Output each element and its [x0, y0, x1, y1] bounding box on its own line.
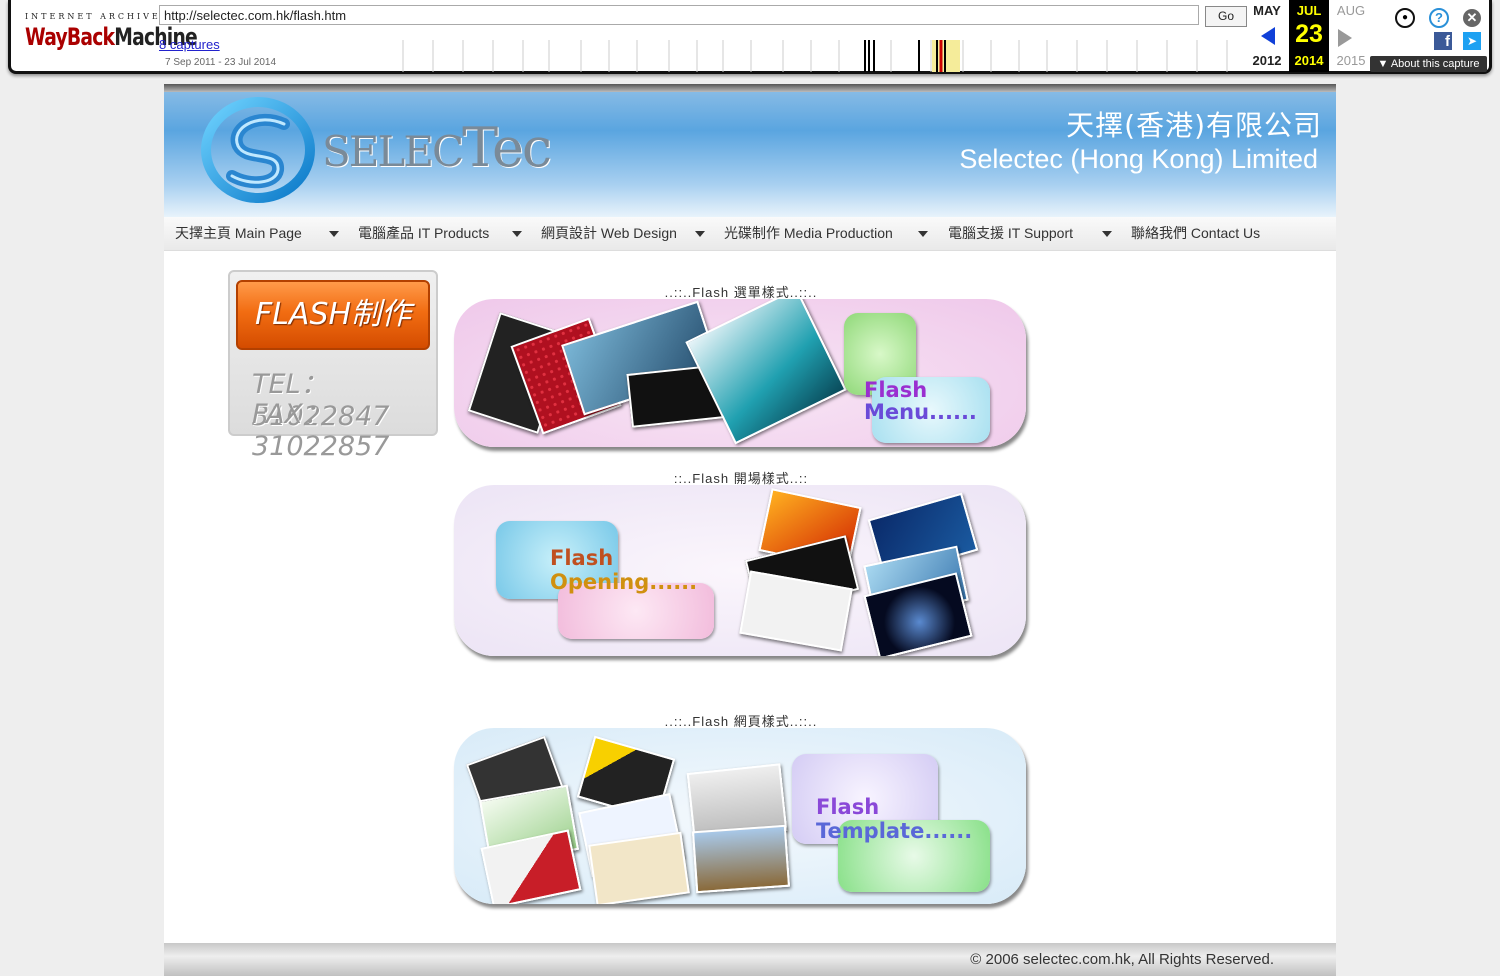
- flash-menu-panel[interactable]: Flash Menu......: [454, 299, 1026, 447]
- logo-text-b: Tec: [462, 116, 552, 179]
- url-input[interactable]: [159, 5, 1199, 25]
- twitter-icon[interactable]: ➤: [1463, 32, 1481, 50]
- main-nav: 天擇主頁 Main Page 電腦產品 IT Products 網頁設計 Web…: [164, 217, 1336, 251]
- capture-date-range: 7 Sep 2011 - 23 Jul 2014: [165, 57, 277, 68]
- nav-item-it-support[interactable]: 電腦支援 IT Support: [948, 217, 1073, 250]
- banner-top-strip: [164, 84, 1336, 92]
- help-icon[interactable]: ?: [1429, 8, 1449, 28]
- fax-number: FAX：31022857: [252, 399, 390, 462]
- nav-item-media-production[interactable]: 光碟制作 Media Production: [724, 217, 893, 250]
- month-prev-label: MAY: [1253, 3, 1281, 18]
- user-icon[interactable]: ●: [1395, 8, 1415, 28]
- capture-sparkline[interactable]: [391, 40, 1251, 72]
- header-banner: SELECTec 天擇(香港)有限公司 Selectec (Hong Kong)…: [164, 84, 1336, 217]
- template-tag-line2: Template......: [816, 819, 973, 843]
- about-capture-label: About this capture: [1390, 58, 1480, 70]
- year-current-label: 2014: [1294, 53, 1324, 68]
- chevron-down-icon[interactable]: [512, 231, 522, 237]
- template-sample-image: [588, 831, 690, 904]
- chevron-down-icon[interactable]: [1102, 231, 1112, 237]
- facebook-icon[interactable]: f: [1434, 32, 1452, 50]
- month-current-label: JUL: [1296, 3, 1322, 18]
- internet-archive-label: INTERNET ARCHIVE: [25, 12, 161, 21]
- opening-tag-line2: Opening......: [550, 570, 698, 594]
- flash-template-panel[interactable]: Flash Template......: [454, 728, 1026, 904]
- nav-item-web-design[interactable]: 網頁設計 Web Design: [541, 217, 677, 250]
- flash-opening-panel[interactable]: Flash Opening......: [454, 485, 1026, 656]
- day-current-label: 23: [1295, 20, 1323, 48]
- menu-tag-line2: Menu......: [864, 400, 977, 424]
- captures-link[interactable]: 8 captures: [159, 37, 220, 52]
- menu-sample-image: [685, 299, 847, 445]
- flash-contact-box: FLASH制作 TEL：31022847 FAX：31022857: [228, 270, 438, 462]
- month-prev[interactable]: MAY 2012: [1247, 0, 1287, 72]
- nav-item-contact-us[interactable]: 聯絡我們 Contact Us: [1131, 217, 1260, 250]
- year-prev-label[interactable]: 2012: [1247, 53, 1287, 68]
- copyright-text: © 2006 selectec.com.hk, All Rights Reser…: [970, 951, 1274, 968]
- opening-tag-line1: Flash: [550, 546, 614, 570]
- company-name-en: Selectec (Hong Kong) Limited: [959, 144, 1318, 174]
- calendar-months: MAY 2012 JUL 23 2014 AUG 2015: [1243, 0, 1373, 72]
- logo-text-a: SELEC: [322, 127, 464, 176]
- footer-bar: © 2006 selectec.com.hk, All Rights Reser…: [164, 943, 1336, 976]
- year-next-label[interactable]: 2015: [1331, 53, 1371, 68]
- wayback-logo-wayback: WayBack: [25, 23, 115, 51]
- month-next[interactable]: AUG 2015: [1331, 0, 1371, 72]
- nav-item-main-page[interactable]: 天擇主頁 Main Page: [175, 217, 302, 250]
- menu-tag-line1: Flash: [864, 378, 928, 402]
- chevron-down-icon[interactable]: [329, 231, 339, 237]
- selectec-logo-icon: [201, 97, 315, 203]
- site-page: SELECTec 天擇(香港)有限公司 Selectec (Hong Kong)…: [164, 84, 1336, 976]
- template-tag-line1: Flash: [816, 795, 880, 819]
- template-sample-image: [691, 824, 791, 894]
- month-next-label: AUG: [1336, 3, 1366, 18]
- wayback-toolbar: INTERNET ARCHIVE WayBackMachine Go 8 cap…: [8, 0, 1492, 74]
- chevron-down-icon[interactable]: [695, 231, 705, 237]
- go-button[interactable]: Go: [1205, 6, 1247, 27]
- selectec-logo-text: SELECTec: [322, 116, 552, 179]
- company-name-zh: 天擇(香港)有限公司: [1066, 109, 1322, 142]
- flash-production-button[interactable]: FLASH制作: [236, 280, 430, 350]
- chevron-down-icon[interactable]: [918, 231, 928, 237]
- nav-item-it-products[interactable]: 電腦產品 IT Products: [358, 217, 489, 250]
- month-current: JUL 23 2014: [1289, 0, 1329, 72]
- about-capture-button[interactable]: ▼ About this capture: [1370, 56, 1487, 72]
- close-icon[interactable]: ✕: [1463, 9, 1481, 27]
